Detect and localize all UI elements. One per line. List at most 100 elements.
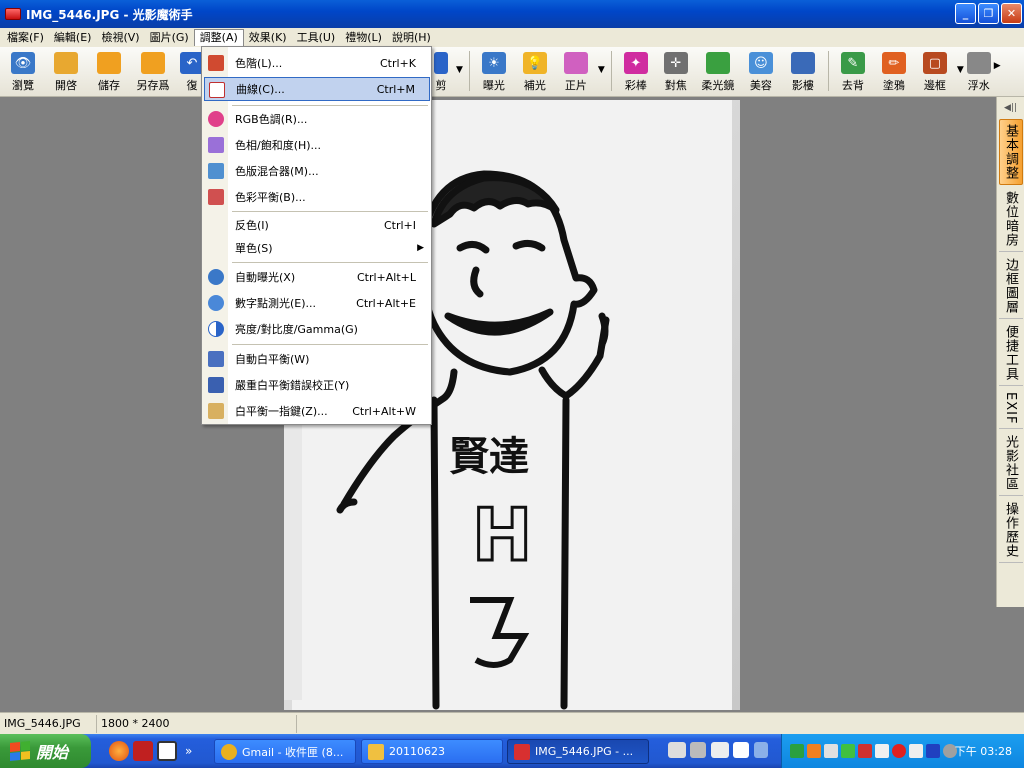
tray-monitor-icon[interactable]: [824, 744, 838, 758]
close-button[interactable]: ✕: [1001, 3, 1022, 24]
menu-item-white-balance-correction[interactable]: 嚴重白平衡錯誤校正(Y): [204, 373, 430, 397]
soft-light-icon: [705, 52, 730, 74]
tablet-icon[interactable]: [711, 742, 729, 758]
remove-background-button[interactable]: ✎ 去背: [833, 47, 873, 95]
menu-item-levels[interactable]: 色階(L)... Ctrl+K: [204, 51, 430, 75]
menu-view[interactable]: 檢視(V): [96, 29, 144, 46]
tab-exif[interactable]: EXIF: [998, 388, 1023, 430]
tab-digital-darkroom[interactable]: 數位暗房: [998, 187, 1023, 252]
save-icon: [97, 52, 121, 74]
minimize-button[interactable]: _: [955, 3, 976, 24]
soft-light-button[interactable]: 柔光鏡: [696, 47, 740, 95]
watermark-icon: [966, 52, 991, 74]
menu-adjust[interactable]: 調整(A): [193, 29, 244, 46]
frame-dropdown-arrow[interactable]: ▼: [955, 65, 966, 75]
crop-dropdown-arrow[interactable]: ▼: [454, 65, 465, 75]
white-balance-correction-icon: [208, 377, 224, 393]
doodle-button[interactable]: ✏ 塗鴉: [873, 47, 915, 95]
menu-effects[interactable]: 效果(K): [244, 29, 292, 46]
quicklaunch-expand-button[interactable]: »: [185, 744, 192, 758]
tab-basic-adjust[interactable]: 基本調整: [998, 119, 1023, 185]
maximize-button[interactable]: ❐: [978, 3, 999, 24]
menu-item-one-click-white-balance[interactable]: 白平衡一指鍵(Z)... Ctrl+Alt+W: [204, 399, 430, 423]
chrome-icon: [221, 743, 237, 760]
frame-button[interactable]: ▢ 邊框: [915, 47, 955, 95]
menu-image[interactable]: 圖片(G): [145, 29, 194, 46]
menu-file[interactable]: 檔案(F): [2, 29, 49, 46]
color-balance-icon: [208, 189, 224, 205]
image-canvas[interactable]: 賢達 H: [0, 97, 996, 712]
tray-document-icon[interactable]: [909, 744, 923, 758]
start-button[interactable]: 開始: [0, 734, 91, 768]
levels-icon: [208, 55, 224, 71]
menu-item-brightness-contrast[interactable]: 亮度/對比度/Gamma(G): [204, 317, 430, 341]
menu-item-hue-saturation[interactable]: 色相/飽和度(H)...: [204, 133, 430, 157]
tray-sync-icon[interactable]: [875, 744, 889, 758]
tray-app-icon[interactable]: [807, 744, 821, 758]
menu-item-curves[interactable]: 曲線(C)... Ctrl+M: [204, 77, 430, 101]
tray-security-icon[interactable]: [841, 744, 855, 758]
clock[interactable]: 下午 03:28: [955, 743, 1012, 759]
tray-adobe-icon[interactable]: [892, 744, 906, 758]
menu-item-monochrome[interactable]: 單色(S) ▶: [204, 236, 430, 260]
menu-item-rgb-tone[interactable]: RGB色調(R)...: [204, 107, 430, 131]
tray-antivirus-icon[interactable]: [858, 744, 872, 758]
menu-tools[interactable]: 工具(U): [292, 29, 341, 46]
side-panel-collapse-button[interactable]: ◀||: [997, 97, 1024, 119]
save-as-button[interactable]: 另存爲: [129, 47, 177, 95]
exposure-button[interactable]: ☀ 曝光: [474, 47, 514, 95]
menu-item-color-balance[interactable]: 色彩平衡(B)...: [204, 185, 430, 209]
menu-gifts[interactable]: 禮物(L): [340, 29, 387, 46]
menu-item-channel-mixer[interactable]: 色版混合器(M)...: [204, 159, 430, 183]
one-click-white-balance-icon: [208, 403, 224, 419]
keyboard-icon[interactable]: [668, 742, 686, 758]
toolbar: 👁 瀏覽 開啓 儲存 另存爲 ↶ 復 剪 ▼ ☀ 曝光 💡 補光 正片 ▼ ✦ …: [0, 47, 1024, 97]
menu-item-spot-metering[interactable]: 數字點測光(E)... Ctrl+Alt+E: [204, 291, 430, 315]
curves-icon: [209, 82, 225, 98]
menu-help[interactable]: 說明(H): [387, 29, 436, 46]
auto-exposure-icon: [208, 269, 224, 285]
menu-item-auto-white-balance[interactable]: 自動白平衡(W): [204, 347, 430, 371]
brightness-contrast-icon: [208, 321, 224, 337]
pen-icon[interactable]: [690, 742, 706, 758]
task-gmail[interactable]: Gmail - 收件匣 (8...: [214, 739, 356, 764]
firefox-icon[interactable]: [109, 741, 129, 761]
toolbar-overflow-arrow[interactable]: ▶: [992, 61, 1003, 71]
task-folder[interactable]: 20110623: [361, 739, 503, 764]
windows-logo-icon: [10, 740, 30, 762]
channel-mixer-icon: [208, 163, 224, 179]
focus-button[interactable]: ✛ 對焦: [656, 47, 696, 95]
app-icon[interactable]: [5, 8, 21, 20]
menu-edit[interactable]: 編輯(E): [49, 29, 97, 46]
watermark-button[interactable]: 浮水: [966, 47, 992, 95]
browse-button[interactable]: 👁 瀏覽: [3, 47, 43, 95]
menu-item-invert[interactable]: 反色(I) Ctrl+I: [204, 213, 430, 237]
svg-text:H: H: [472, 493, 532, 577]
help-icon[interactable]: [733, 742, 749, 758]
beauty-button[interactable]: ☺ 美容: [740, 47, 782, 95]
studio-icon: [790, 52, 815, 74]
language-icon[interactable]: [754, 742, 768, 758]
menu-item-auto-exposure[interactable]: 自動曝光(X) Ctrl+Alt+L: [204, 265, 430, 289]
open-button[interactable]: 開啓: [43, 47, 89, 95]
tray-display-icon[interactable]: [926, 744, 940, 758]
color-wand-icon: ✦: [623, 52, 648, 74]
tab-community[interactable]: 光影社區: [998, 431, 1023, 497]
tab-quick-tools[interactable]: 便捷工具: [998, 321, 1023, 386]
fill-light-button[interactable]: 💡 補光: [514, 47, 556, 95]
browse-icon: 👁: [11, 52, 35, 74]
status-filename: IMG_5446.JPG: [0, 714, 97, 733]
task-image-editor[interactable]: IMG_5446.JPG - ...: [507, 739, 649, 764]
show-desktop-icon[interactable]: [157, 741, 177, 761]
positive-film-button[interactable]: 正片: [556, 47, 596, 95]
save-button[interactable]: 儲存: [89, 47, 129, 95]
tab-frame-layers[interactable]: 边框圖層: [998, 254, 1023, 319]
tab-history[interactable]: 操作歷史: [998, 498, 1023, 564]
color-wand-button[interactable]: ✦ 彩棒: [616, 47, 656, 95]
title-bar: IMG_5446.JPG - 光影魔術手 _ ❐ ✕: [0, 0, 1024, 28]
filezilla-icon[interactable]: [133, 741, 153, 761]
tray-network-icon[interactable]: [790, 744, 804, 758]
fill-light-icon: 💡: [522, 52, 547, 74]
film-dropdown-arrow[interactable]: ▼: [596, 65, 607, 75]
studio-button[interactable]: 影樓: [782, 47, 824, 95]
